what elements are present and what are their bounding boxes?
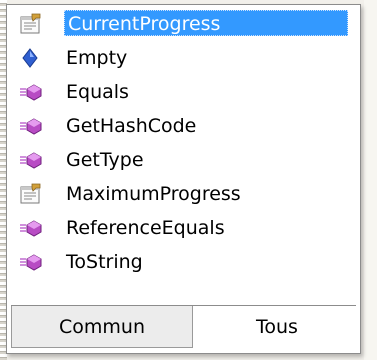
list-item[interactable]: ReferenceEquals xyxy=(9,211,358,245)
list-item[interactable]: GetType xyxy=(9,143,358,177)
list-item-label: Equals xyxy=(66,81,129,103)
property-icon xyxy=(19,12,43,36)
list-item-label: ToString xyxy=(66,251,143,273)
list-item[interactable]: Equals xyxy=(9,75,358,109)
property-icon xyxy=(19,182,43,206)
method-icon xyxy=(19,216,43,240)
method-icon xyxy=(19,148,43,172)
tab-all[interactable]: Tous xyxy=(197,306,357,348)
list-item-label: GetHashCode xyxy=(66,115,197,137)
method-icon xyxy=(19,80,43,104)
list-item-label: GetType xyxy=(66,149,144,171)
list-item-label: MaximumProgress xyxy=(66,183,241,205)
method-icon xyxy=(19,114,43,138)
tab-common[interactable]: Commun xyxy=(11,306,193,348)
list-item[interactable]: CurrentProgress xyxy=(9,7,358,41)
list-item[interactable]: ToString xyxy=(9,245,358,279)
list-item-label: Empty xyxy=(66,47,128,69)
background-edge-right xyxy=(364,0,377,360)
list-item[interactable]: Empty xyxy=(9,41,358,75)
field-icon xyxy=(19,46,43,70)
method-icon xyxy=(19,250,43,274)
list-item-label: CurrentProgress xyxy=(64,10,348,36)
list-item[interactable]: GetHashCode xyxy=(9,109,358,143)
intellisense-popup: CurrentProgress Empty Equals GetHashCode… xyxy=(6,4,361,354)
list-item[interactable]: MaximumProgress xyxy=(9,177,358,211)
member-list[interactable]: CurrentProgress Empty Equals GetHashCode… xyxy=(9,7,358,279)
list-item-label: ReferenceEquals xyxy=(66,217,225,239)
filter-tabs: Commun Tous xyxy=(11,305,357,350)
